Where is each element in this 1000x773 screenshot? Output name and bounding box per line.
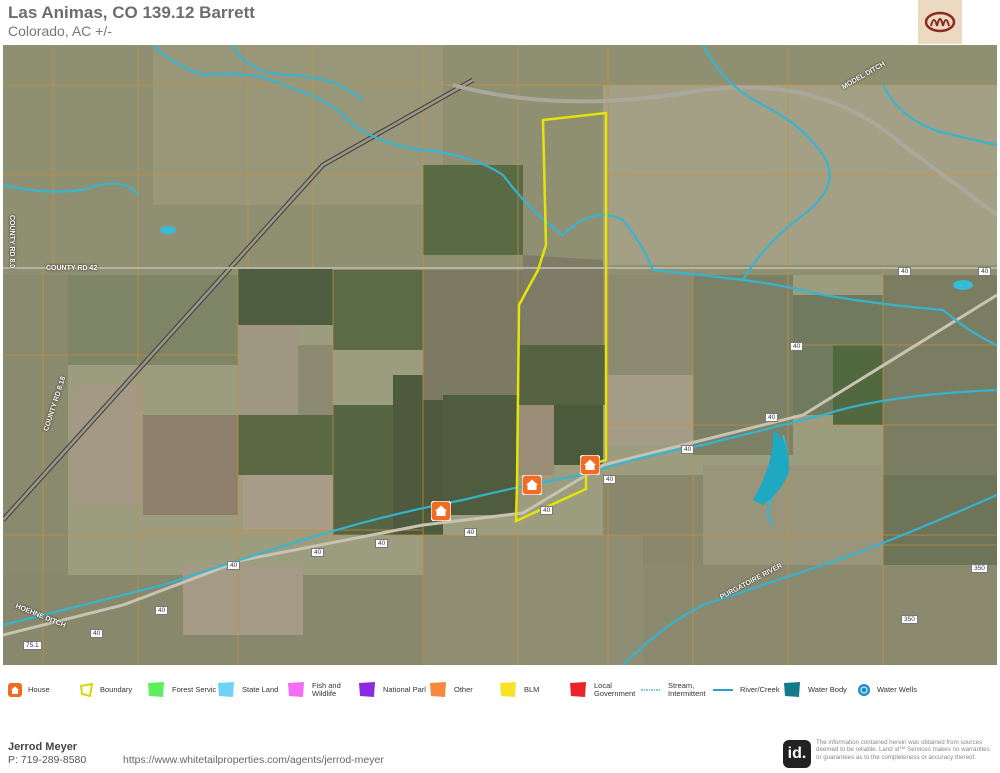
- route-40-shield: 40: [765, 413, 779, 422]
- agent-name: Jerrod Meyer: [8, 741, 78, 753]
- house-icon: [521, 474, 543, 496]
- map-header: Las Animas, CO 139.12 Barrett Colorado, …: [0, 0, 1000, 45]
- water-well-icon: [858, 684, 870, 696]
- legend-item-river-creek: River/Creek: [712, 678, 780, 702]
- route-40-shield: 40: [681, 445, 695, 454]
- legend-label: House: [28, 685, 50, 694]
- map-canvas: [3, 45, 997, 665]
- land-id-logo: id.: [783, 740, 811, 768]
- legend-item-other: Other: [428, 678, 473, 702]
- route-350-shield: 350: [971, 564, 988, 573]
- legend-label: Stream, Intermittent: [668, 681, 706, 698]
- water-body-icon: [784, 682, 800, 697]
- route-40-shield: 40: [375, 539, 389, 548]
- route-350-shield: 350: [901, 615, 918, 624]
- route-40-shield: 40: [603, 475, 617, 484]
- house-icon: [8, 683, 22, 697]
- state-land-icon: [218, 682, 234, 697]
- legend-item-forest-service: Forest Servic: [146, 678, 216, 702]
- route-40-shield: 40: [311, 548, 325, 557]
- legend-label: Boundary: [100, 685, 133, 694]
- legend-label: Other: [454, 685, 473, 694]
- house-marker[interactable]: [521, 474, 543, 500]
- legend-item-stream-intermittent: Stream, Intermittent: [640, 678, 708, 702]
- legend-label: Water Body: [808, 685, 847, 694]
- house-marker[interactable]: [579, 454, 601, 480]
- fish-wildlife-icon: [288, 682, 304, 697]
- county-rd-8-0-label: COUNTY RD 8.0: [8, 215, 15, 269]
- route-40-shield: 40: [227, 561, 241, 570]
- route-40-shield: 40: [464, 528, 478, 537]
- stream-intermittent-icon: [641, 689, 661, 691]
- legend-item-water-body: Water Body: [782, 678, 847, 702]
- river-creek-icon: [713, 689, 733, 691]
- house-icon: [430, 500, 452, 522]
- legend-item-national-park: National Parl: [357, 678, 426, 702]
- legend-label: Local Government: [594, 681, 636, 698]
- house-icon: [579, 454, 601, 476]
- legend-label: River/Creek: [740, 685, 780, 694]
- legend-item-fish-wildlife: Fish and Wildlife: [286, 678, 348, 702]
- other-icon: [430, 682, 446, 697]
- legend-item-state-land: State Land: [216, 678, 278, 702]
- route-40-shield: 40: [540, 506, 554, 515]
- legend-label: BLM: [524, 685, 540, 694]
- legend-item-water-wells: Water Wells: [857, 678, 917, 702]
- county-rd-42-label: COUNTY RD 42: [46, 265, 98, 272]
- agent-phone: P: 719-289-8580: [8, 754, 87, 766]
- legend-item-local-government: Local Government: [568, 678, 636, 702]
- local-government-icon: [570, 682, 586, 697]
- legend-label: National Parl: [383, 685, 426, 694]
- route-75-1-shield: 75.1: [23, 641, 42, 650]
- legend-label: State Land: [242, 685, 279, 694]
- map-legend: House Boundary Forest Servic State Land …: [0, 670, 1000, 706]
- house-marker[interactable]: [430, 500, 452, 526]
- company-logo: [918, 0, 962, 44]
- legend-label: Water Wells: [877, 685, 918, 694]
- page-subtitle: Colorado, AC +/-: [8, 23, 112, 39]
- satellite-map[interactable]: COUNTY RD 42 COUNTY RD 8.0 COUNTY RD 8.1…: [3, 45, 997, 665]
- forest-service-icon: [148, 682, 164, 697]
- blm-icon: [500, 682, 516, 697]
- route-40-shield: 40: [790, 342, 804, 351]
- route-40-shield: 40: [90, 629, 104, 638]
- disclaimer-text: The information contained herein was obt…: [816, 739, 990, 761]
- route-40-shield: 40: [898, 267, 912, 276]
- national-park-icon: [359, 682, 375, 697]
- legend-item-boundary: Boundary: [80, 678, 132, 702]
- legend-item-blm: BLM: [498, 678, 539, 702]
- legend-label: Forest Servic: [172, 685, 217, 694]
- route-40-shield: 40: [155, 606, 169, 615]
- page-title: Las Animas, CO 139.12 Barrett: [8, 3, 255, 22]
- legend-label: Fish and Wildlife: [312, 681, 341, 698]
- agent-url[interactable]: https://www.whitetailproperties.com/agen…: [123, 754, 384, 766]
- boundary-icon: [80, 683, 94, 697]
- legend-item-house: House: [8, 678, 50, 702]
- route-40-shield: 40: [978, 267, 992, 276]
